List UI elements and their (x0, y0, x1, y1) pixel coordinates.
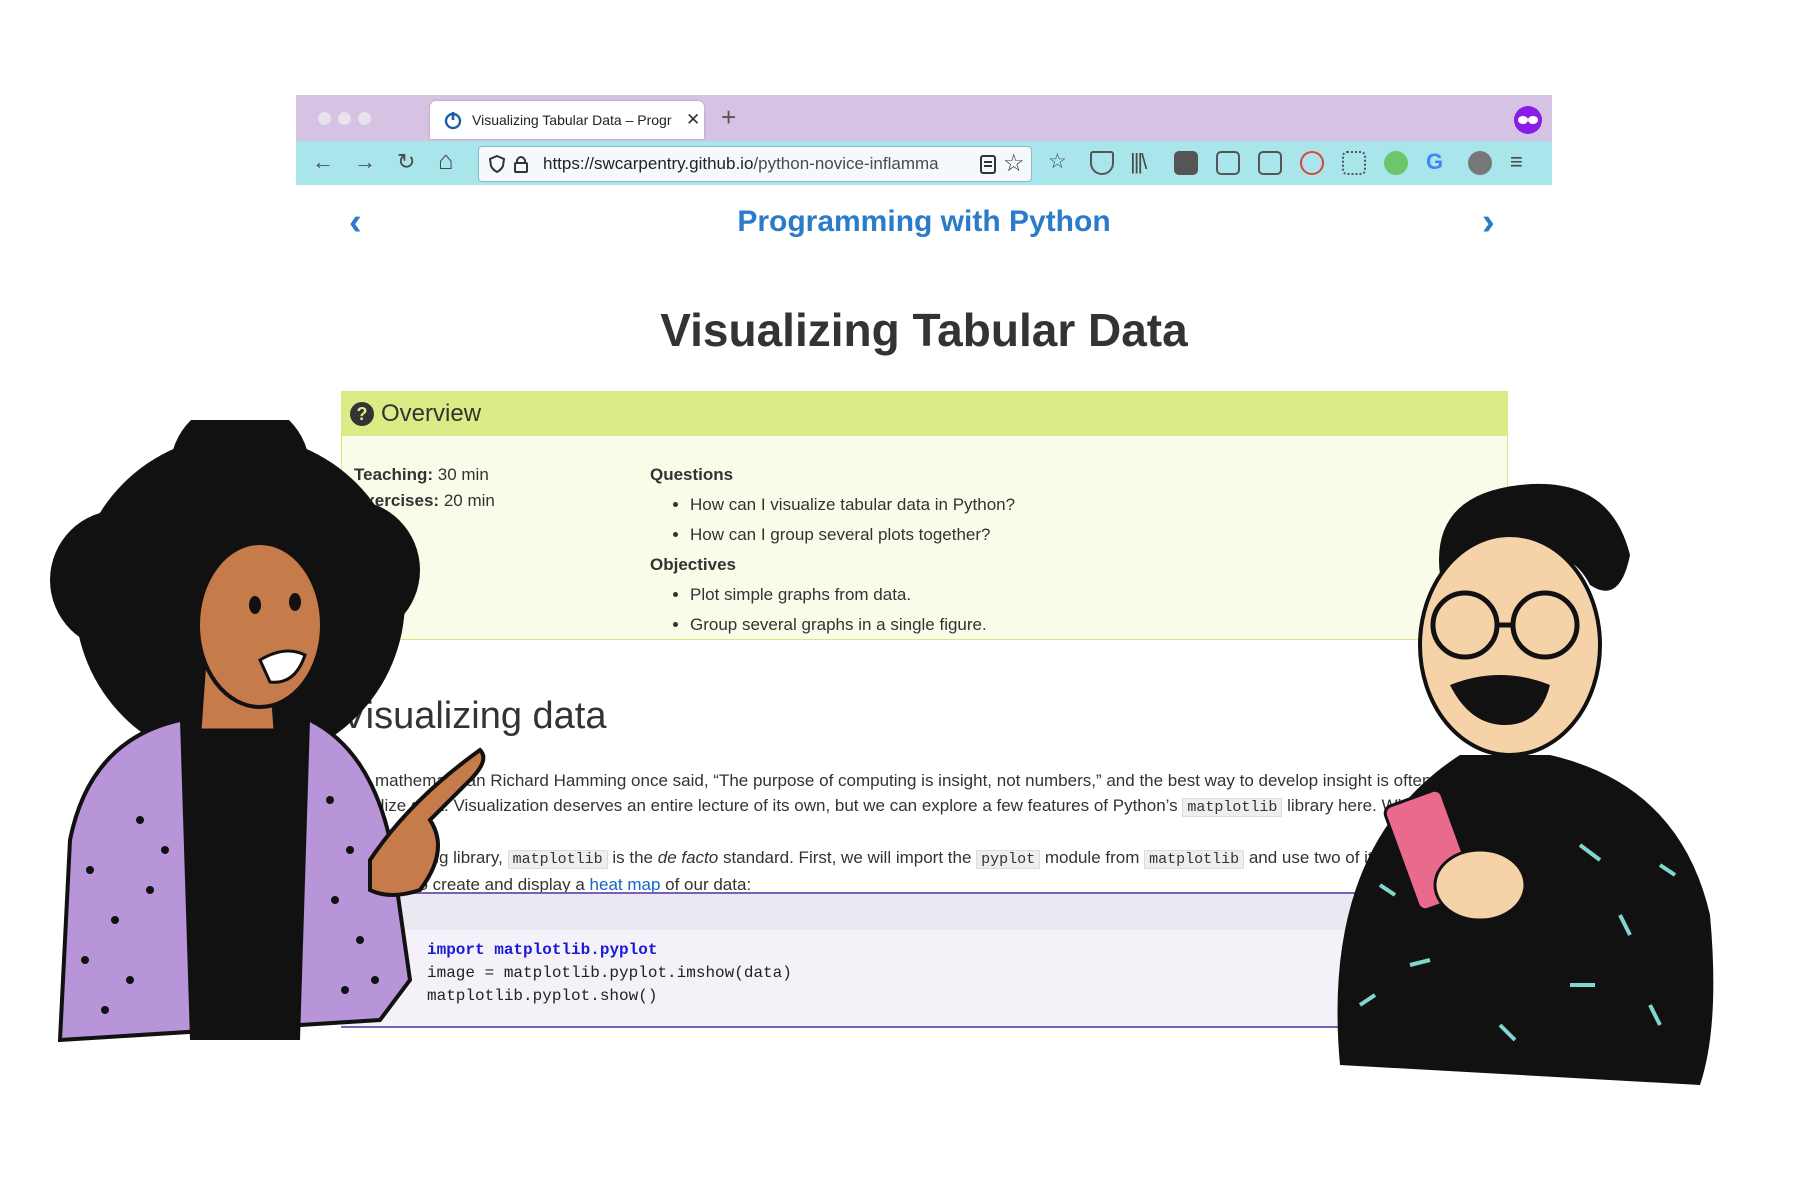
sidebar-icon[interactable] (1216, 151, 1240, 175)
site-header: ‹ Programming with Python › (296, 201, 1552, 245)
reader-view-icon[interactable] (979, 155, 997, 175)
tab-active[interactable]: Visualizing Tabular Data – Progr ✕ (430, 101, 704, 139)
objectives-label: Objectives (650, 555, 736, 574)
container-icon[interactable] (1258, 151, 1282, 175)
pocket-icon[interactable] (1090, 151, 1114, 175)
page-title: Visualizing Tabular Data (660, 304, 1188, 356)
woman-illustration (50, 420, 486, 1043)
address-bar[interactable]: https://swcarpentry.github.io/python-nov… (478, 146, 1032, 182)
avatar[interactable] (1468, 151, 1492, 175)
private-browsing-icon (1514, 106, 1542, 134)
objectives-list: Plot simple graphs from data. Group seve… (650, 582, 1015, 638)
questions-list: How can I visualize tabular data in Pyth… (650, 492, 1015, 548)
list-item: How can I visualize tabular data in Pyth… (690, 492, 1015, 518)
qr-code-icon[interactable] (1342, 151, 1366, 175)
shield-icon[interactable] (487, 154, 507, 174)
close-window-button[interactable] (318, 112, 331, 125)
overview-header: ? Overview (342, 392, 1507, 436)
reload-icon[interactable]: ↻ (397, 149, 415, 175)
grammar-extension-icon[interactable] (1384, 151, 1408, 175)
questions-label: Questions (650, 465, 734, 484)
bookmarks-star-icon[interactable]: ☆ (1048, 149, 1067, 174)
forward-arrow-icon[interactable]: → (354, 149, 376, 175)
minimize-window-button[interactable] (338, 112, 351, 125)
home-icon[interactable]: ⌂ (438, 145, 454, 176)
close-icon[interactable]: ✕ (686, 110, 700, 130)
menu-icon[interactable]: ≡ (1510, 149, 1523, 175)
next-chevron-icon[interactable]: › (1482, 201, 1495, 244)
new-tab-button[interactable]: + (721, 102, 736, 133)
site-title[interactable]: Programming with Python (296, 205, 1552, 239)
man-illustration (1337, 483, 1714, 1085)
power-icon (444, 112, 462, 130)
list-item: Plot simple graphs from data. (690, 582, 1015, 608)
extension-icon[interactable] (1300, 151, 1324, 175)
url-text[interactable]: https://swcarpentry.github.io/python-nov… (543, 154, 973, 174)
google-icon[interactable]: G (1426, 149, 1443, 175)
title-bar: Visualizing Tabular Data – Progr ✕ + (296, 95, 1552, 141)
maximize-window-button[interactable] (358, 112, 371, 125)
back-arrow-icon[interactable]: ← (312, 149, 334, 175)
lock-icon[interactable] (512, 154, 530, 174)
tab-title: Visualizing Tabular Data – Progr (472, 112, 672, 128)
list-item: How can I group several plots together? (690, 522, 1015, 548)
list-item: Group several graphs in a single figure. (690, 612, 1015, 638)
bookmark-star-icon[interactable]: ☆ (1003, 149, 1025, 178)
library-icon[interactable]: |||\ (1130, 149, 1147, 175)
overview-details: Questions How can I visualize tabular da… (650, 462, 1015, 642)
extension-menu-icon[interactable] (1174, 151, 1198, 175)
navigation-bar: ← → ↻ ⌂ https://swcarpentry.github.io/py… (296, 141, 1552, 185)
